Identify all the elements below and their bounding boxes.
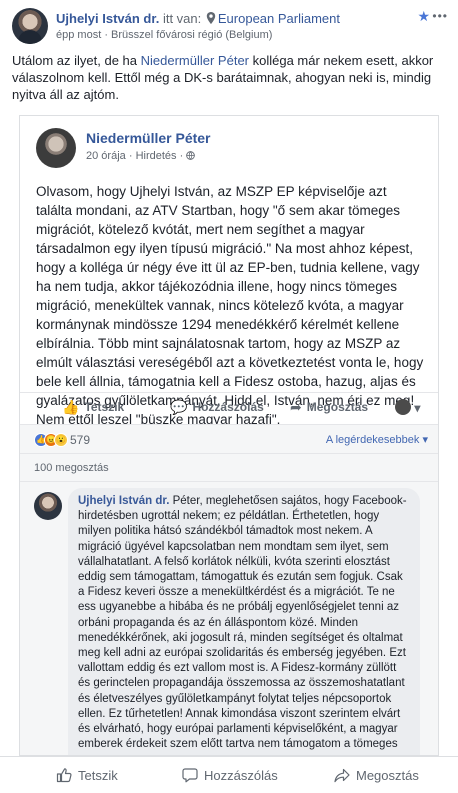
facebook-post: Ujhelyi István dr. itt van: European Par…: [0, 0, 458, 793]
shared-post-header: Niedermüller Péter 20 órája · Hirdetés ·: [36, 128, 416, 168]
shared-post-meta: 20 órája · Hirdetés ·: [86, 150, 196, 162]
shared-comment-label: Hozzászólás: [192, 400, 264, 414]
shared-post-time: 20 órája: [86, 150, 126, 162]
share-button[interactable]: Megosztás: [334, 767, 419, 783]
post-caption: Utálom az ilyet, de ha Niedermüller Péte…: [12, 52, 444, 103]
comment-sort-label: A legérdekesebbek: [325, 434, 420, 446]
comment-area: Ujhelyi István dr. Péter, meglehetősen s…: [20, 482, 438, 755]
embedded-screenshot: Niedermüller Péter 20 órája · Hirdetés ·…: [19, 115, 439, 756]
comment-bubble: Ujhelyi István dr. Péter, meglehetősen s…: [68, 488, 420, 755]
reactions-bar: 👍 😠 😮 579 A legérdekesebbek ▾: [20, 424, 438, 454]
star-icon[interactable]: ★: [417, 8, 430, 25]
caret-down-icon: ▾: [414, 401, 421, 415]
share-label: Megosztás: [356, 768, 419, 783]
shared-share-label: Megosztás: [306, 400, 369, 414]
wow-reaction-icon: 😮: [54, 433, 68, 447]
reaction-count: 579: [70, 433, 91, 447]
post-meta: épp most · Brüsszel fővárosi régió (Belg…: [56, 29, 272, 41]
meta-separator: ·: [179, 150, 187, 162]
shared-comment-button: 💬 Hozzászólás: [170, 399, 264, 416]
share-icon: [334, 768, 350, 783]
shared-like-label: Tetszik: [84, 400, 125, 414]
shared-action-bar: 👍 Tetszik 💬 Hozzászólás ➦ Megosztás ▾: [20, 392, 438, 422]
sponsored-label: Hirdetés: [135, 150, 177, 162]
like-label: Tetszik: [78, 768, 118, 783]
shared-profile-menu: ▾: [395, 399, 420, 415]
commenter-avatar: [34, 492, 62, 520]
location-link[interactable]: European Parliament: [218, 11, 340, 26]
shares-count: 100 megosztás: [34, 462, 109, 474]
comment-sort: A legérdekesebbek ▾: [326, 433, 428, 446]
author-name[interactable]: Ujhelyi István dr.: [56, 11, 159, 26]
post-header: Ujhelyi István dr. itt van: European Par…: [12, 8, 448, 44]
shares-row: 100 megosztás: [20, 454, 438, 482]
post-time[interactable]: épp most: [56, 29, 101, 41]
like-button[interactable]: Tetszik: [56, 767, 118, 783]
share-icon: ➦: [290, 399, 302, 415]
location-prefix: itt van:: [162, 11, 202, 26]
globe-icon: [186, 151, 196, 160]
like-icon: 👍: [62, 399, 80, 415]
post-action-bar: Tetszik Hozzászólás Megosztás: [0, 756, 458, 793]
like-icon: [56, 768, 72, 783]
comment-author: Ujhelyi István dr.: [78, 495, 170, 507]
comment-icon: [182, 768, 198, 783]
shared-like-button: 👍 Tetszik: [62, 399, 124, 416]
caption-mention-link[interactable]: Niedermüller Péter: [141, 53, 249, 68]
comment-text: Péter, meglehetősen sajátos, hogy Facebo…: [78, 495, 407, 751]
comment-button[interactable]: Hozzászólás: [182, 767, 278, 783]
comment-label: Hozzászólás: [204, 768, 278, 783]
caption-text-1: Utálom az ilyet, de ha: [12, 53, 141, 68]
more-icon[interactable]: •••: [432, 9, 448, 23]
post-region: Brüsszel fővárosi régió (Belgium): [111, 29, 273, 41]
shared-author-avatar: [36, 128, 76, 168]
caret-down-icon: ▾: [422, 434, 428, 446]
profile-mini-avatar: [395, 399, 411, 415]
author-line: Ujhelyi István dr. itt van: European Par…: [56, 11, 340, 26]
location-pin-icon: [206, 12, 216, 24]
author-avatar[interactable]: [12, 8, 48, 44]
meta-separator: ·: [128, 150, 136, 162]
shared-author-name: Niedermüller Péter: [86, 130, 211, 146]
comment-icon: 💬: [170, 399, 188, 415]
shared-share-button: ➦ Megosztás: [290, 399, 368, 416]
